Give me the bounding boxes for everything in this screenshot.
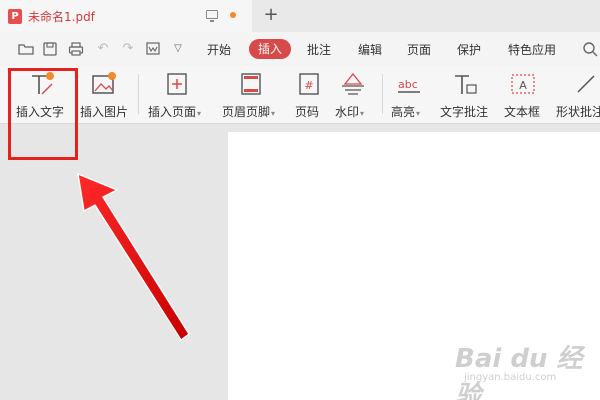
- baidu-watermark-url: jingyan.baidu.com: [464, 372, 557, 383]
- baidu-watermark: Bai du 经验: [455, 344, 583, 400]
